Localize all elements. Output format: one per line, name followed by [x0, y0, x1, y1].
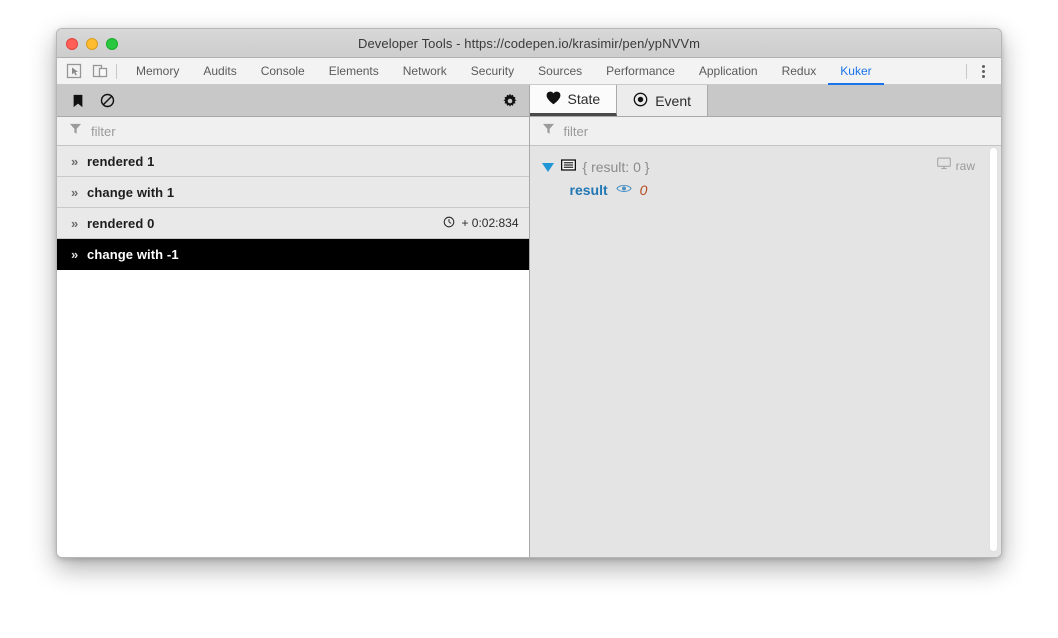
filter-icon: [542, 122, 555, 140]
inspect-element-icon[interactable]: [66, 63, 82, 79]
chevron-down-icon[interactable]: [541, 162, 554, 172]
filter-icon: [69, 122, 82, 140]
tab-strip-right: [966, 58, 1001, 84]
close-window-button[interactable]: [66, 38, 78, 50]
window-controls[interactable]: [66, 38, 118, 50]
devtools-tab-strip: Memory Audits Console Elements Network S…: [57, 58, 1001, 85]
eye-icon[interactable]: [615, 181, 632, 199]
right-panel: State Event filter {result: 0} raw res…: [529, 85, 1002, 557]
tab-application[interactable]: Application: [687, 58, 770, 85]
tab-security[interactable]: Security: [459, 58, 526, 85]
tab-kuker[interactable]: Kuker: [828, 58, 884, 85]
devtools-tool-icons: [57, 58, 111, 84]
left-panel: filter » rendered 1 » change with 1 » re…: [57, 85, 530, 557]
tab-performance[interactable]: Performance: [594, 58, 687, 85]
left-filter-bar[interactable]: filter: [57, 117, 529, 146]
row-label: change with -1: [87, 246, 179, 262]
state-tree-property[interactable]: result 0: [570, 181, 1002, 199]
toolbar-separator: [116, 63, 117, 79]
object-icon: [560, 158, 576, 176]
devtools-tabs: Memory Audits Console Elements Network S…: [124, 58, 884, 85]
clock-icon: [443, 216, 455, 231]
tab-audits[interactable]: Audits: [191, 58, 248, 85]
tab-elements[interactable]: Elements: [317, 58, 391, 85]
minimize-window-button[interactable]: [86, 38, 98, 50]
gear-icon[interactable]: [501, 92, 519, 110]
tab-event-label: Event: [655, 92, 692, 109]
table-row[interactable]: » change with 1: [57, 177, 529, 208]
tab-state-label: State: [567, 91, 601, 107]
raw-label: raw: [955, 159, 975, 173]
panels-container: filter » rendered 1 » change with 1 » re…: [57, 85, 1002, 557]
table-row[interactable]: » rendered 1: [57, 146, 529, 177]
table-row[interactable]: » change with -1: [57, 239, 529, 270]
table-row[interactable]: » rendered 0 + 0:02:834: [57, 208, 529, 239]
property-value: 0: [639, 182, 648, 198]
row-chevron-icon: »: [71, 215, 79, 231]
bookmark-icon[interactable]: [69, 92, 87, 110]
heart-icon: [546, 91, 561, 108]
right-panel-scrollbar[interactable]: [988, 147, 999, 552]
monitor-icon: [936, 157, 951, 175]
scrollbar-thumb[interactable]: [989, 147, 998, 552]
message-list: » rendered 1 » change with 1 » rendered …: [57, 146, 529, 557]
row-label: rendered 0: [87, 215, 155, 231]
window-title: Developer Tools - https://codepen.io/kra…: [357, 35, 701, 51]
tab-network[interactable]: Network: [391, 58, 459, 85]
raw-view-button[interactable]: raw: [936, 157, 975, 175]
property-key: result: [569, 182, 608, 198]
row-timestamp: + 0:02:834: [443, 216, 519, 231]
maximize-window-button[interactable]: [106, 38, 118, 50]
device-toolbar-icon[interactable]: [92, 63, 108, 79]
row-time-text: + 0:02:834: [461, 216, 519, 230]
row-label: rendered 1: [87, 153, 155, 169]
record-icon: [633, 92, 648, 110]
state-tree-root[interactable]: { result: 0 }: [541, 158, 1002, 176]
right-filter-input[interactable]: filter: [564, 124, 589, 139]
tab-event[interactable]: Event: [617, 85, 709, 116]
row-chevron-icon: »: [71, 246, 79, 262]
right-filter-bar[interactable]: filter: [529, 117, 1001, 146]
right-panel-tabs: State Event: [529, 85, 1001, 117]
state-tree: { result: 0 } raw result 0: [530, 146, 1002, 557]
row-chevron-icon: »: [71, 184, 79, 200]
row-chevron-icon: »: [71, 153, 79, 169]
tab-state[interactable]: State: [529, 85, 618, 116]
tab-strip-separator: [966, 63, 967, 79]
tab-sources[interactable]: Sources: [526, 58, 594, 85]
tab-console[interactable]: Console: [249, 58, 317, 85]
devtools-window: Developer Tools - https://codepen.io/kra…: [56, 28, 1002, 558]
more-options-icon[interactable]: [975, 63, 991, 79]
clear-icon[interactable]: [98, 92, 116, 110]
left-filter-input[interactable]: filter: [91, 124, 116, 139]
object-summary: { result: 0 }: [582, 159, 650, 175]
row-label: change with 1: [87, 184, 175, 200]
tab-redux[interactable]: Redux: [770, 58, 829, 85]
title-bar: Developer Tools - https://codepen.io/kra…: [57, 29, 1001, 58]
tab-memory[interactable]: Memory: [124, 58, 191, 85]
left-panel-toolbar: [57, 85, 529, 117]
